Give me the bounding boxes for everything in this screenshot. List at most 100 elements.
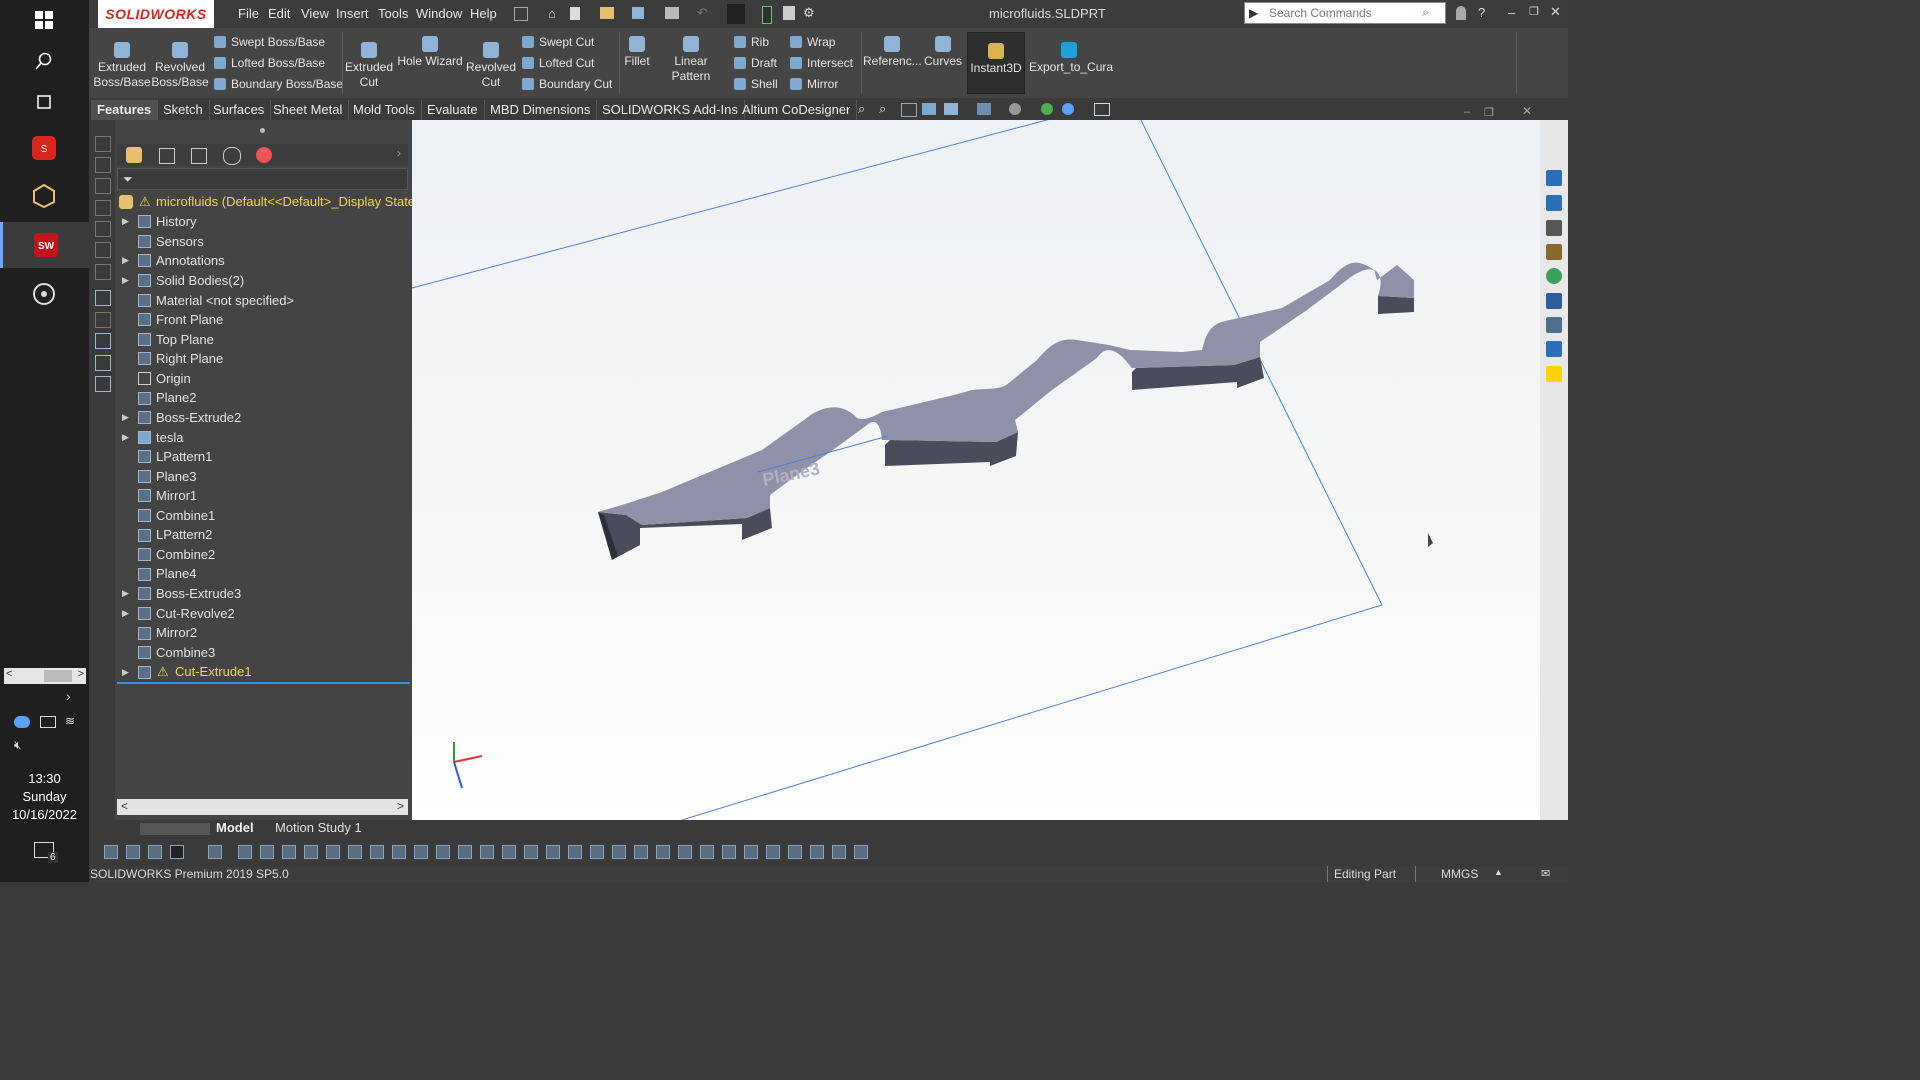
- filter-tool-icon[interactable]: [744, 845, 758, 859]
- lofted-cut-button[interactable]: Lofted Cut: [522, 56, 594, 70]
- custom-properties-icon[interactable]: [1546, 293, 1562, 309]
- tab-model[interactable]: Model: [216, 820, 254, 835]
- swept-cut-button[interactable]: Swept Cut: [522, 35, 594, 49]
- expand-icon[interactable]: ▶: [122, 255, 129, 266]
- filter-tool-icon[interactable]: [458, 845, 472, 859]
- tree-filter[interactable]: ⏷: [117, 168, 408, 190]
- linear-pattern-button[interactable]: Linear Pattern: [654, 36, 728, 84]
- expand-icon[interactable]: ▶: [122, 588, 129, 599]
- menu-tools[interactable]: Tools: [378, 6, 408, 21]
- plugin-m-icon[interactable]: [1546, 366, 1562, 382]
- new-document-icon[interactable]: [570, 7, 580, 20]
- print-icon[interactable]: [665, 7, 679, 19]
- hide-show-items-icon[interactable]: [1009, 103, 1021, 115]
- system-clock[interactable]: 13:30 Sunday 10/16/2022: [0, 770, 89, 824]
- filter-tool-icon[interactable]: [238, 845, 252, 859]
- filter-tool-icon[interactable]: [104, 845, 118, 859]
- scroll-right-icon[interactable]: >: [78, 668, 84, 680]
- strip-icon[interactable]: [95, 333, 111, 349]
- previous-view-icon[interactable]: [901, 103, 917, 117]
- units-selector[interactable]: MMGS: [1441, 867, 1478, 881]
- featuremanager-tab-icon[interactable]: [126, 147, 142, 163]
- select-pointer-icon[interactable]: [170, 845, 184, 859]
- filter-tool-icon[interactable]: [766, 845, 780, 859]
- tree-item[interactable]: Mirror1: [156, 488, 197, 503]
- task-view-icon[interactable]: [22, 84, 66, 120]
- scroll-left-icon[interactable]: <: [6, 668, 12, 680]
- tree-item-cut-extrude1[interactable]: Cut-Extrude1: [175, 664, 252, 679]
- expand-icon[interactable]: ▶: [122, 216, 129, 227]
- save-icon[interactable]: [632, 7, 644, 19]
- filter-tool-icon[interactable]: [590, 845, 604, 859]
- tab-surfaces[interactable]: Surfaces: [207, 100, 272, 120]
- tree-item[interactable]: Plane3: [156, 469, 196, 484]
- pin-icon[interactable]: [514, 7, 528, 21]
- filter-tool-icon[interactable]: [326, 845, 340, 859]
- tree-item[interactable]: Plane2: [156, 390, 196, 405]
- tree-item[interactable]: Material <not specified>: [156, 293, 294, 308]
- graphics-viewport[interactable]: Plane3 – ❐ ✕: [412, 104, 1540, 820]
- expand-icon[interactable]: ▶: [122, 412, 129, 423]
- taskbar-scrollbar[interactable]: < >: [4, 668, 86, 684]
- tab-mbd-dimensions[interactable]: MBD Dimensions: [484, 100, 598, 120]
- user-icon[interactable]: [1456, 6, 1466, 20]
- scroll-left-icon[interactable]: <: [121, 799, 128, 813]
- tab-mold-tools[interactable]: Mold Tools: [347, 100, 422, 120]
- viewport-restore-icon[interactable]: ❐: [1484, 106, 1494, 119]
- dimxpert-tab-icon[interactable]: [223, 147, 241, 165]
- file-properties-icon[interactable]: [783, 6, 795, 20]
- units-dropdown-icon[interactable]: ▲: [1494, 867, 1503, 877]
- menu-file[interactable]: File: [238, 6, 259, 21]
- mirror-button[interactable]: Mirror: [790, 77, 838, 91]
- edit-appearance-icon[interactable]: [1041, 103, 1053, 115]
- strip-icon[interactable]: [95, 200, 111, 216]
- filter-tool-icon[interactable]: [832, 845, 846, 859]
- tab-sketch[interactable]: Sketch: [157, 100, 210, 120]
- filter-tool-icon[interactable]: [524, 845, 538, 859]
- revolved-cut-button[interactable]: Revolved Cut: [465, 42, 517, 90]
- filter-tool-icon[interactable]: [370, 845, 384, 859]
- strip-icon[interactable]: [95, 157, 111, 173]
- tab-features[interactable]: Features: [91, 100, 159, 120]
- search-icon[interactable]: [22, 43, 66, 79]
- tree-item[interactable]: Solid Bodies(2): [156, 273, 244, 288]
- revolved-boss-button[interactable]: Revolved Boss/Base: [151, 42, 209, 90]
- mute-icon[interactable]: 🔇︎: [14, 738, 22, 753]
- strip-icon[interactable]: [95, 136, 111, 152]
- section-view-icon[interactable]: [922, 103, 936, 115]
- apply-scene-icon[interactable]: [1062, 103, 1074, 115]
- extruded-boss-button[interactable]: Extruded Boss/Base: [93, 42, 151, 90]
- intersect-button[interactable]: Intersect: [790, 56, 853, 70]
- configurationmanager-tab-icon[interactable]: [191, 148, 207, 164]
- tree-item[interactable]: Front Plane: [156, 312, 223, 327]
- draft-button[interactable]: Draft: [734, 56, 777, 70]
- menu-help[interactable]: Help: [470, 6, 497, 21]
- strip-icon[interactable]: [95, 264, 111, 280]
- zoom-to-fit-icon[interactable]: ⌕: [858, 101, 865, 117]
- filter-tool-icon[interactable]: [148, 845, 162, 859]
- 3dexperience-icon[interactable]: [1546, 341, 1562, 357]
- tree-item[interactable]: Origin: [156, 371, 191, 386]
- filter-tool-icon[interactable]: [348, 845, 362, 859]
- tree-item[interactable]: History: [156, 214, 196, 229]
- strip-icon[interactable]: [95, 355, 111, 371]
- design-library-icon[interactable]: [1546, 195, 1562, 211]
- filter-tool-icon[interactable]: [304, 845, 318, 859]
- instant3d-button[interactable]: Instant3D: [967, 32, 1025, 94]
- battery-icon[interactable]: [40, 716, 56, 728]
- windows-start-icon[interactable]: [22, 2, 66, 38]
- tab-motion-study[interactable]: Motion Study 1: [275, 820, 362, 835]
- strip-icon[interactable]: [95, 178, 111, 194]
- view-settings-icon[interactable]: [1094, 103, 1110, 116]
- filter-tool-icon[interactable]: [208, 845, 222, 859]
- appearances-icon[interactable]: [1546, 268, 1562, 284]
- chevron-right-icon[interactable]: ›: [66, 688, 71, 704]
- minimize-icon[interactable]: –: [1508, 5, 1515, 20]
- filter-tool-icon[interactable]: [722, 845, 736, 859]
- panel-grip-icon[interactable]: [260, 128, 265, 133]
- scroll-right-icon[interactable]: >: [397, 799, 404, 813]
- filter-tool-icon[interactable]: [392, 845, 406, 859]
- menu-view[interactable]: View: [301, 6, 329, 21]
- solidworks-logo[interactable]: SOLIDWORKS: [98, 0, 214, 28]
- tree-item[interactable]: Boss-Extrude2: [156, 410, 241, 425]
